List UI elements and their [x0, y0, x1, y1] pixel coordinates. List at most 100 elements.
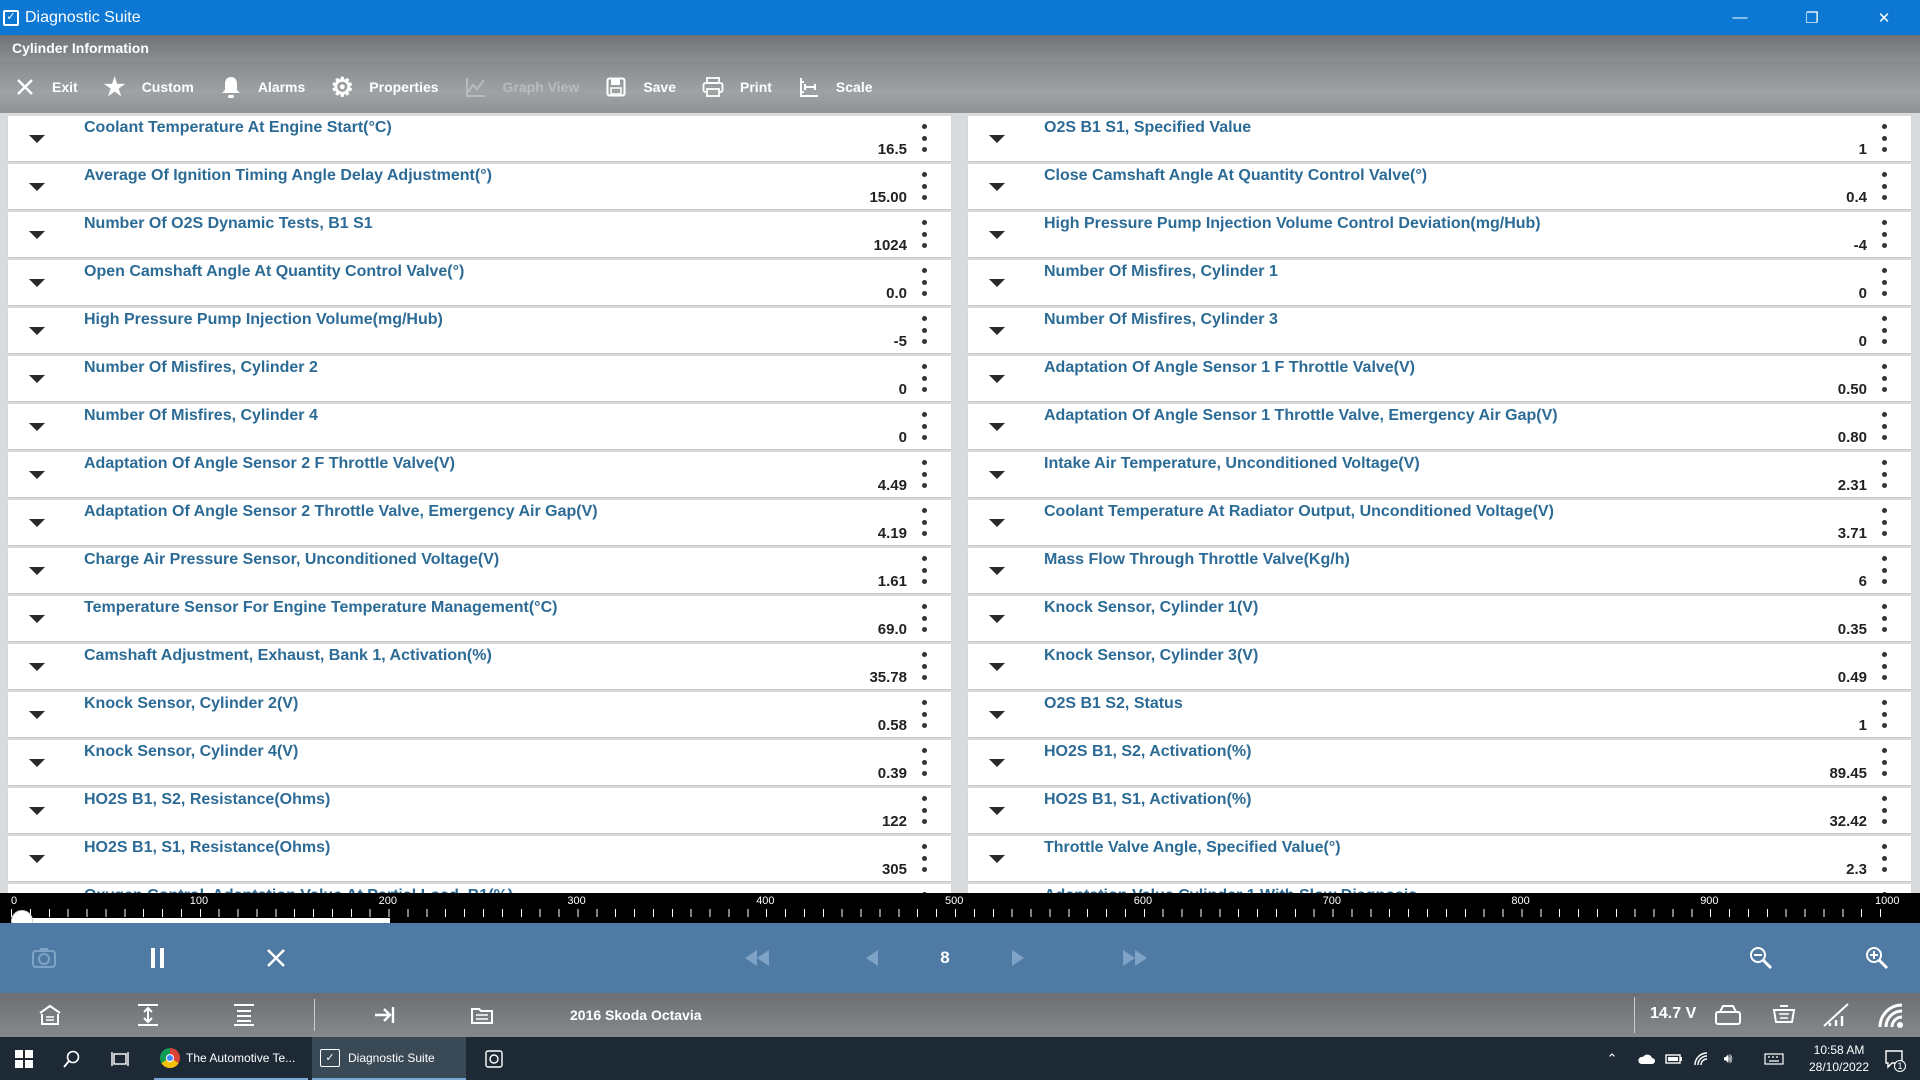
parameter-row[interactable]: O2S B1 S2, Status 1 [968, 692, 1911, 737]
more-options-icon[interactable] [921, 316, 927, 344]
expand-arrow-icon[interactable] [22, 606, 52, 632]
parameter-row[interactable]: Throttle Valve Angle, Specified Value(°)… [968, 836, 1911, 881]
more-options-icon[interactable] [1881, 652, 1887, 680]
collapse-list-icon[interactable] [228, 1001, 260, 1029]
more-options-icon[interactable] [921, 700, 927, 728]
expand-arrow-icon[interactable] [982, 414, 1012, 440]
taskbar-chrome[interactable]: The Automotive Te... [154, 1037, 308, 1080]
more-options-icon[interactable] [921, 508, 927, 536]
parameter-row[interactable]: Camshaft Adjustment, Exhaust, Bank 1, Ac… [8, 644, 951, 689]
more-options-icon[interactable] [921, 268, 927, 296]
parameter-row[interactable]: Adaptation Of Angle Sensor 2 Throttle Va… [8, 500, 951, 545]
more-options-icon[interactable] [1881, 172, 1887, 200]
print-button[interactable]: Print [700, 74, 772, 100]
more-options-icon[interactable] [1881, 604, 1887, 632]
more-options-icon[interactable] [1881, 220, 1887, 248]
expand-arrow-icon[interactable] [982, 318, 1012, 344]
parameter-row[interactable]: Adaptation Of Angle Sensor 2 F Throttle … [8, 452, 951, 497]
expand-arrow-icon[interactable] [22, 654, 52, 680]
parameter-row[interactable]: High Pressure Pump Injection Volume Cont… [968, 212, 1911, 257]
notification-icon[interactable]: 1 [1880, 1037, 1908, 1080]
expand-arrow-icon[interactable] [22, 366, 52, 392]
expand-arrow-icon[interactable] [22, 126, 52, 152]
folder-icon[interactable] [466, 1001, 498, 1029]
parameter-row[interactable]: Close Camshaft Angle At Quantity Control… [968, 164, 1911, 209]
expand-arrow-icon[interactable] [22, 750, 52, 776]
parameter-row[interactable]: Knock Sensor, Cylinder 1(V) 0.35 [968, 596, 1911, 641]
scale-button[interactable]: Scale [796, 74, 873, 100]
more-options-icon[interactable] [1881, 460, 1887, 488]
expand-arrow-icon[interactable] [982, 126, 1012, 152]
snapshot-icon[interactable] [28, 942, 60, 974]
more-options-icon[interactable] [1881, 364, 1887, 392]
parameter-row[interactable]: Mass Flow Through Throttle Valve(Kg/h) 6 [968, 548, 1911, 593]
search-icon[interactable] [60, 1037, 84, 1080]
more-options-icon[interactable] [1881, 748, 1887, 776]
exit-button[interactable]: Exit [12, 74, 78, 100]
onedrive-icon[interactable] [1636, 1037, 1656, 1080]
graph-view-button[interactable]: Graph View [463, 74, 579, 100]
tray-chevron-up-icon[interactable]: ⌃ [1604, 1037, 1620, 1080]
more-options-icon[interactable] [1881, 796, 1887, 824]
battery-icon[interactable] [1664, 1037, 1684, 1080]
expand-arrow-icon[interactable] [982, 222, 1012, 248]
more-options-icon[interactable] [1881, 316, 1887, 344]
expand-arrow-icon[interactable] [22, 846, 52, 872]
more-options-icon[interactable] [921, 220, 927, 248]
more-options-icon[interactable] [1881, 508, 1887, 536]
parameter-row[interactable]: Knock Sensor, Cylinder 2(V) 0.58 [8, 692, 951, 737]
parameter-row[interactable]: Adaptation Of Angle Sensor 1 F Throttle … [968, 356, 1911, 401]
stop-icon[interactable] [262, 942, 290, 974]
parameter-row[interactable]: O2S B1 S1, Specified Value 1 [968, 116, 1911, 161]
zoom-in-icon[interactable] [1862, 943, 1892, 973]
more-options-icon[interactable] [921, 844, 927, 872]
parameter-row[interactable]: Temperature Sensor For Engine Temperatur… [8, 596, 951, 641]
parameter-row[interactable]: HO2S B1, S1, Activation(%) 32.42 [968, 788, 1911, 833]
expand-arrow-icon[interactable] [982, 750, 1012, 776]
more-options-icon[interactable] [921, 172, 927, 200]
expand-arrow-icon[interactable] [22, 798, 52, 824]
expand-arrow-icon[interactable] [982, 702, 1012, 728]
parameter-row[interactable]: HO2S B1, S2, Resistance(Ohms) 122 [8, 788, 951, 833]
forward-fast-icon[interactable] [1120, 943, 1150, 973]
minimize-icon[interactable]: — [1704, 0, 1776, 35]
properties-button[interactable]: ⚙ Properties [329, 72, 439, 102]
expand-arrow-icon[interactable] [22, 558, 52, 584]
restore-icon[interactable]: ❐ [1776, 0, 1848, 35]
expand-arrow-icon[interactable] [22, 414, 52, 440]
more-options-icon[interactable] [1881, 700, 1887, 728]
parameter-row[interactable]: HO2S B1, S2, Activation(%) 89.45 [968, 740, 1911, 785]
windows-start-icon[interactable] [12, 1037, 36, 1080]
wifi-icon[interactable] [1876, 1001, 1908, 1029]
rewind-fast-icon[interactable] [742, 943, 772, 973]
more-options-icon[interactable] [921, 604, 927, 632]
more-options-icon[interactable] [921, 124, 927, 152]
parameter-row[interactable]: Charge Air Pressure Sensor, Unconditione… [8, 548, 951, 593]
expand-arrow-icon[interactable] [982, 654, 1012, 680]
signal-off-icon[interactable] [1820, 1001, 1852, 1029]
save-button[interactable]: Save [603, 74, 676, 100]
pause-icon[interactable] [146, 942, 170, 974]
parameter-row[interactable]: Coolant Temperature At Radiator Output, … [968, 500, 1911, 545]
parameter-row[interactable]: Number Of Misfires, Cylinder 1 0 [968, 260, 1911, 305]
step-forward-icon[interactable] [1008, 943, 1028, 973]
more-options-icon[interactable] [1881, 124, 1887, 152]
vci-icon[interactable] [1712, 1001, 1744, 1029]
expand-arrow-icon[interactable] [982, 798, 1012, 824]
timeline-ruler[interactable]: 0 100 200 300 400 500 600 700 800 900 1000 [0, 893, 1920, 932]
expand-arrow-icon[interactable] [22, 702, 52, 728]
expand-arrow-icon[interactable] [982, 462, 1012, 488]
zoom-out-icon[interactable] [1746, 943, 1776, 973]
parameter-row[interactable]: Intake Air Temperature, Unconditioned Vo… [968, 452, 1911, 497]
parameter-row[interactable]: Number Of Misfires, Cylinder 2 0 [8, 356, 951, 401]
more-options-icon[interactable] [1881, 556, 1887, 584]
more-options-icon[interactable] [921, 460, 927, 488]
parameter-row[interactable]: Knock Sensor, Cylinder 4(V) 0.39 [8, 740, 951, 785]
expand-arrow-icon[interactable] [982, 270, 1012, 296]
parameter-row[interactable]: Adaptation Value Cylinder 1 With Slow Di… [968, 884, 1911, 893]
task-view-icon[interactable] [108, 1037, 132, 1080]
volume-icon[interactable]: 🔊︎ [1718, 1037, 1738, 1080]
alarms-button[interactable]: Alarms [218, 74, 305, 100]
home-icon[interactable] [34, 1001, 66, 1029]
expand-arrow-icon[interactable] [22, 510, 52, 536]
